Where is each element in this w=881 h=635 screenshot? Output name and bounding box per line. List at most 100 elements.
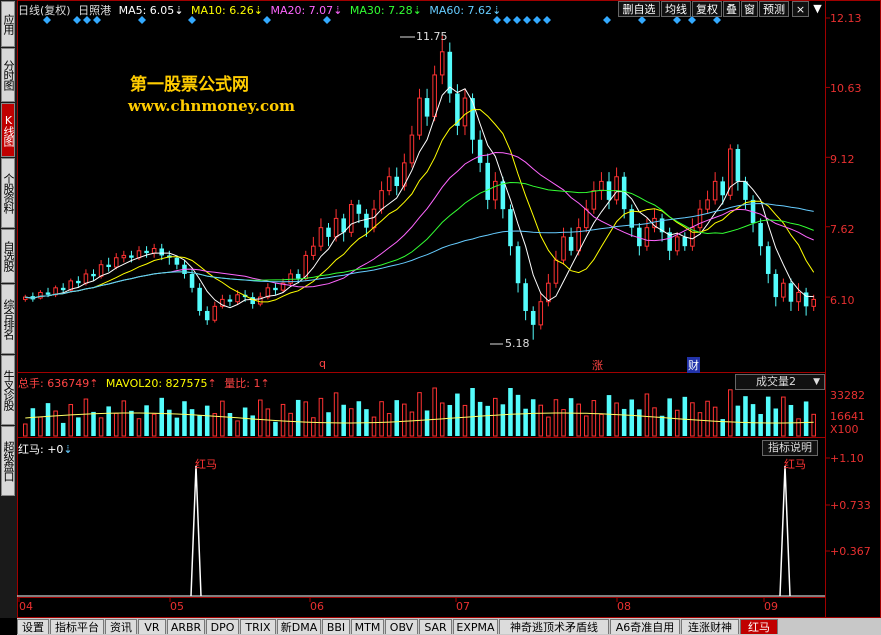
candle-up [561, 236, 566, 261]
candle-up [538, 301, 544, 326]
volume-bar-down [394, 400, 400, 436]
candle-up [553, 259, 559, 284]
candle-up [348, 204, 354, 233]
volume-bar-down [735, 405, 741, 436]
event-marker-rise[interactable]: 涨 [592, 357, 603, 373]
candle-up [462, 97, 468, 127]
window-button[interactable]: 窗 [741, 1, 758, 17]
ma60-down-arrow-icon: ⇣ [492, 4, 502, 17]
tab-bbi[interactable]: BBI [322, 619, 350, 634]
candle-up [98, 264, 104, 277]
tab-red-horse[interactable]: 红马 [740, 619, 778, 634]
sidebar-tab-apps[interactable]: 应用 [1, 1, 15, 47]
candle-up [417, 97, 422, 136]
candle-up [705, 199, 710, 210]
sidebar-tab-diagnosis[interactable]: 牛叉诊股 [1, 355, 15, 425]
candle-down [773, 273, 779, 298]
ma30-line [25, 181, 814, 299]
ma60-label: MA60: 7.62 [429, 4, 493, 17]
candle-down [45, 292, 51, 295]
volume-bar-down [424, 410, 430, 436]
volume-bar-up [53, 410, 58, 437]
candle-down [788, 283, 794, 302]
mavol-label: MAVOL20: 827575 [105, 377, 208, 390]
indicator-help-button[interactable]: 指标说明 [762, 440, 818, 456]
adjust-button[interactable]: 复权 [692, 1, 722, 17]
candle-up [83, 273, 89, 284]
volume-bar-down [743, 396, 748, 436]
time-tick: 09 [764, 600, 778, 613]
candle-down [682, 236, 688, 247]
forecast-button[interactable]: 预测 [759, 1, 789, 17]
sidebar-tab-watchlist[interactable]: 自选股 [1, 229, 15, 283]
tab-obv[interactable]: OBV [385, 619, 418, 634]
ma10-down-arrow-icon: ⇣ [253, 4, 263, 17]
overlay-button[interactable]: 叠 [723, 1, 740, 17]
ma30-label: MA30: 7.28 [349, 4, 413, 17]
tab-dpo[interactable]: DPO [206, 619, 239, 634]
sidebar-tab-ranking[interactable]: 综合排名 [1, 284, 15, 354]
close-icon[interactable]: × [792, 1, 809, 17]
time-tick: 04 [19, 600, 33, 613]
time-tick: 05 [170, 600, 184, 613]
candle-up [493, 180, 498, 201]
volume-bar-up [68, 404, 74, 437]
mavol-line [25, 412, 814, 424]
indicator-tab-bar: 设置 指标平台 资讯 VR ARBR DPO TRIX 新DMA BBI MTM… [17, 618, 881, 635]
volume-tick: 33282 [830, 389, 865, 402]
candle-down [197, 287, 202, 311]
tab-rise-god[interactable]: 连涨财神 [681, 619, 739, 634]
sidebar-tab-stock-profile[interactable]: 个股资料 [1, 158, 15, 228]
tab-new-dma[interactable]: 新DMA [277, 619, 321, 634]
candle-down [227, 299, 233, 302]
tab-expma[interactable]: EXPMA [453, 619, 498, 634]
tab-trix[interactable]: TRIX [240, 619, 276, 634]
volume-bar-up [811, 413, 816, 437]
volume-bar-down [356, 401, 362, 436]
tab-news[interactable]: 资讯 [105, 619, 137, 634]
candle-up [371, 208, 377, 229]
volume-bar-up [386, 413, 392, 437]
candle-down [424, 98, 430, 117]
volume-bar-up [576, 403, 581, 437]
tab-vr[interactable]: VR [138, 619, 166, 634]
tab-mtm[interactable]: MTM [351, 619, 384, 634]
volume-bar-down [159, 397, 165, 436]
tab-arbr[interactable]: ARBR [167, 619, 205, 634]
event-marker-finance[interactable]: 财 [687, 357, 700, 373]
volume-bar-down [629, 399, 635, 436]
candle-up [409, 134, 415, 164]
volume-bar-down [508, 388, 513, 436]
sidebar-tab-intraday[interactable]: 分时图 [1, 48, 15, 102]
candle-up [333, 217, 339, 238]
candle-up [583, 208, 589, 229]
volume-bar-up [212, 413, 218, 437]
remove-watchlist-button[interactable]: 删自选 [618, 1, 660, 17]
watermark-url: www.chnmoney.com [128, 97, 295, 115]
event-marker[interactable]: q [319, 357, 326, 370]
candle-up [379, 190, 384, 210]
volume-bar-up [38, 416, 43, 437]
tab-sar[interactable]: SAR [419, 619, 452, 634]
ma-button[interactable]: 均线 [661, 1, 691, 17]
volume-bar-down [637, 409, 642, 436]
volume-indicator-select[interactable]: 成交量2 ▼ [735, 374, 825, 390]
price-tick: 6.10 [830, 294, 855, 307]
volume-bar-up [402, 403, 407, 437]
candle-up [151, 247, 157, 254]
candle-up [728, 148, 733, 196]
sidebar-tab-super-order[interactable]: 超级盘口 [1, 426, 15, 496]
tab-indicator-platform[interactable]: 指标平台 [50, 619, 104, 634]
volume-bar-up [151, 413, 157, 437]
candle-up [311, 245, 316, 256]
tab-escape-top[interactable]: 神奇逃顶术矛盾线 [499, 619, 609, 634]
signal-spike [779, 465, 791, 597]
sidebar-tab-kline[interactable]: K线图 [1, 103, 15, 157]
candle-up [591, 190, 597, 210]
chevron-down-icon[interactable]: ▼ [810, 1, 825, 17]
volume-bar-up [796, 418, 801, 437]
volume-bar-up [705, 400, 710, 437]
tab-settings[interactable]: 设置 [17, 619, 49, 634]
tab-a6[interactable]: A6奇准自用 [610, 619, 680, 634]
ma20-label: MA20: 7.07 [270, 4, 334, 17]
